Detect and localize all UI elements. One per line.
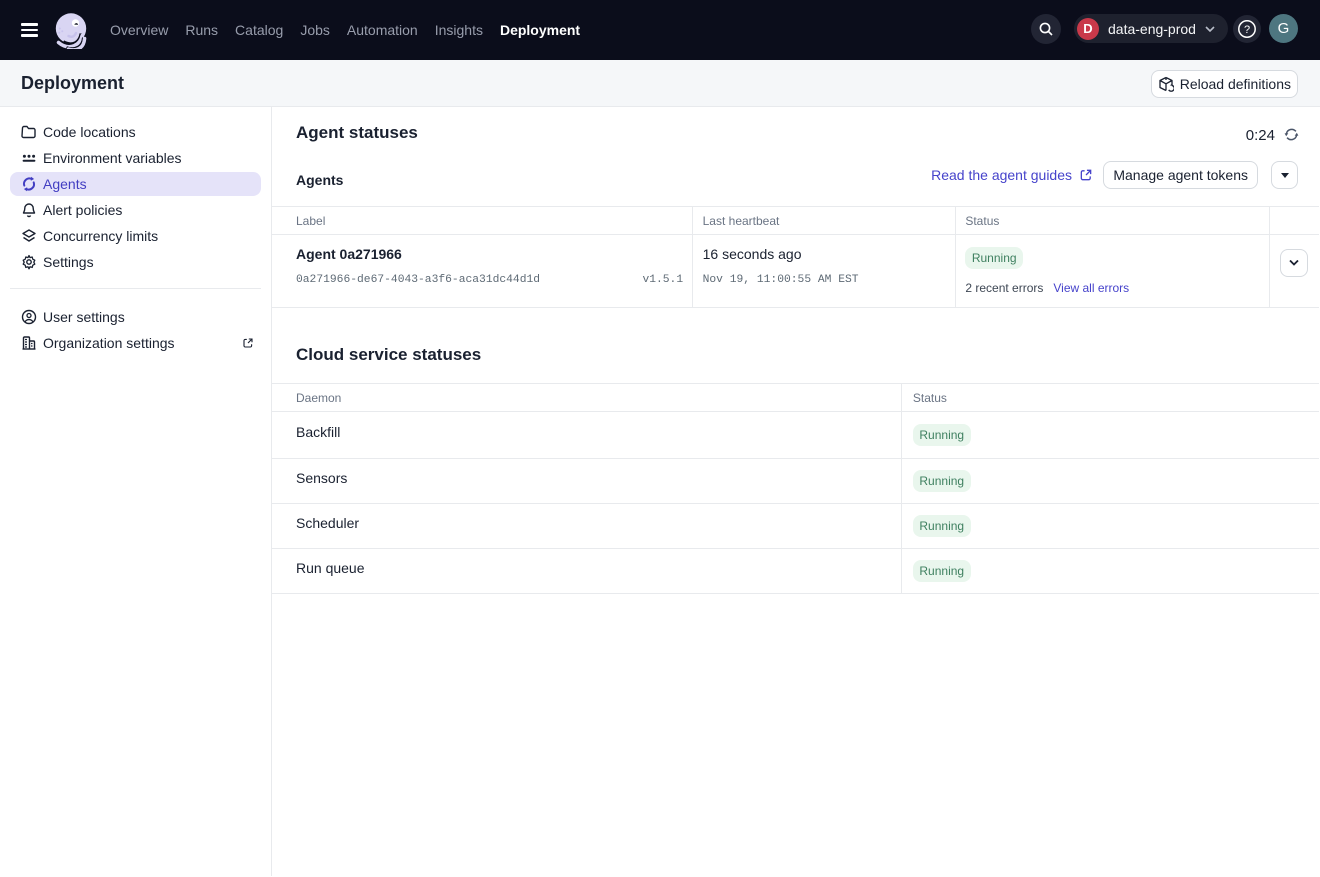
- svg-text:?: ?: [1244, 24, 1250, 36]
